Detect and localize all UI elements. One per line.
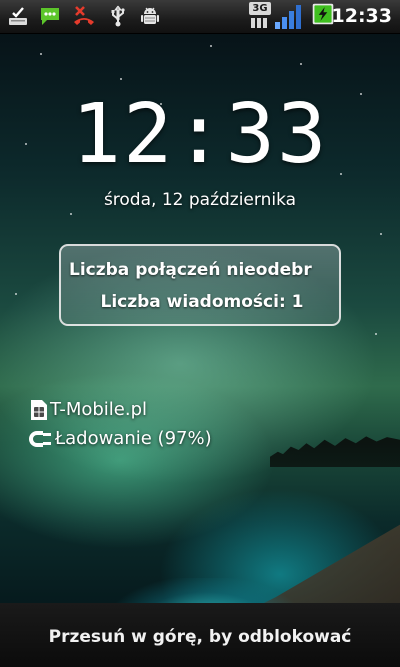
lockscreen-clock: 12:33 (71, 87, 329, 182)
carrier-row: T-Mobile.pl (30, 397, 147, 423)
android-debug-icon (138, 4, 162, 28)
network-indicator: 3G (249, 2, 303, 30)
charging-plug-icon (27, 429, 53, 449)
signal-strength-icon (251, 5, 301, 29)
charging-status: Ładowanie (97%) (55, 428, 212, 449)
notification-summary[interactable]: Liczba połączeń nieodebr Liczba wiadomoś… (59, 244, 341, 326)
lock-screen: 3G 12:33 12:33 środa, 12 października Li (0, 0, 400, 667)
messages-count-text: Liczba wiadomości: 1 (100, 292, 304, 312)
charging-row: Ładowanie (97%) (27, 426, 212, 452)
treeline (270, 436, 400, 467)
usb-icon (106, 4, 130, 28)
sms-message-icon (38, 4, 62, 28)
carrier-name: T-Mobile.pl (50, 399, 148, 420)
done-checklist-icon (6, 4, 30, 28)
missed-calls-text: Liczba połączeń nieodebr (69, 260, 312, 280)
sim-card-icon (30, 399, 48, 421)
lockscreen-date: środa, 12 października (103, 190, 297, 210)
unlock-hint: Przesuń w górę, by odblokować (48, 627, 352, 647)
unlock-slider[interactable]: Przesuń w górę, by odblokować (0, 603, 400, 667)
missed-call-icon (72, 4, 96, 28)
status-bar-time: 12:33 (331, 5, 392, 27)
status-bar: 3G 12:33 (0, 0, 400, 34)
